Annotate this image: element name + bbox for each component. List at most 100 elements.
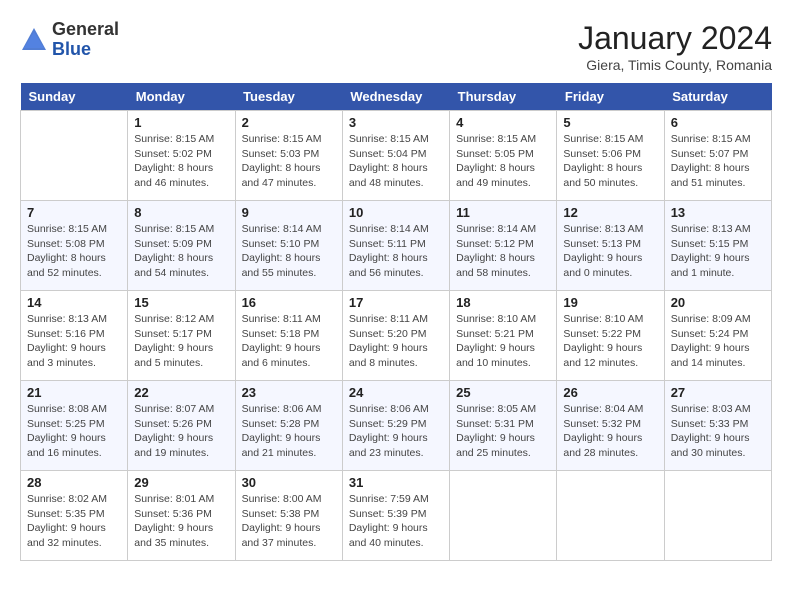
weekday-header-thursday: Thursday — [450, 83, 557, 111]
day-number: 20 — [671, 295, 765, 310]
day-cell — [21, 111, 128, 201]
day-cell: 22 Sunrise: 8:07 AMSunset: 5:26 PMDayligh… — [128, 381, 235, 471]
day-cell — [557, 471, 664, 561]
day-info: Sunrise: 8:15 AMSunset: 5:07 PMDaylight:… — [671, 132, 765, 191]
day-number: 18 — [456, 295, 550, 310]
weekday-header-row: SundayMondayTuesdayWednesdayThursdayFrid… — [21, 83, 772, 111]
day-cell: 20 Sunrise: 8:09 AMSunset: 5:24 PMDayligh… — [664, 291, 771, 381]
day-cell: 14 Sunrise: 8:13 AMSunset: 5:16 PMDayligh… — [21, 291, 128, 381]
day-cell: 10 Sunrise: 8:14 AMSunset: 5:11 PMDayligh… — [342, 201, 449, 291]
day-cell: 11Sunrise: 8:14 AMSunset: 5:12 PMDayligh… — [450, 201, 557, 291]
day-number: 4 — [456, 115, 550, 130]
day-number: 11 — [456, 205, 550, 220]
day-cell: 29 Sunrise: 8:01 AMSunset: 5:36 PMDayligh… — [128, 471, 235, 561]
day-number: 19 — [563, 295, 657, 310]
day-info: Sunrise: 8:13 AMSunset: 5:15 PMDaylight:… — [671, 222, 765, 281]
day-number: 26 — [563, 385, 657, 400]
day-cell: 3 Sunrise: 8:15 AMSunset: 5:04 PMDaylight… — [342, 111, 449, 201]
logo-general: General — [52, 20, 119, 40]
day-info: Sunrise: 8:15 AMSunset: 5:04 PMDaylight:… — [349, 132, 443, 191]
day-number: 6 — [671, 115, 765, 130]
day-number: 9 — [242, 205, 336, 220]
day-cell: 26 Sunrise: 8:04 AMSunset: 5:32 PMDayligh… — [557, 381, 664, 471]
day-cell: 27Sunrise: 8:03 AMSunset: 5:33 PMDayligh… — [664, 381, 771, 471]
day-cell — [450, 471, 557, 561]
day-number: 1 — [134, 115, 228, 130]
day-cell: 25Sunrise: 8:05 AMSunset: 5:31 PMDayligh… — [450, 381, 557, 471]
day-number: 3 — [349, 115, 443, 130]
calendar-table: SundayMondayTuesdayWednesdayThursdayFrid… — [20, 83, 772, 561]
day-cell: 9 Sunrise: 8:14 AMSunset: 5:10 PMDaylight… — [235, 201, 342, 291]
day-number: 7 — [27, 205, 121, 220]
weekday-header-monday: Monday — [128, 83, 235, 111]
day-cell: 13 Sunrise: 8:13 AMSunset: 5:15 PMDayligh… — [664, 201, 771, 291]
day-info: Sunrise: 7:59 AMSunset: 5:39 PMDaylight:… — [349, 492, 443, 551]
day-cell: 12Sunrise: 8:13 AMSunset: 5:13 PMDayligh… — [557, 201, 664, 291]
day-number: 27 — [671, 385, 765, 400]
day-info: Sunrise: 8:14 AMSunset: 5:11 PMDaylight:… — [349, 222, 443, 281]
day-info: Sunrise: 8:15 AMSunset: 5:05 PMDaylight:… — [456, 132, 550, 191]
day-cell: 6 Sunrise: 8:15 AMSunset: 5:07 PMDaylight… — [664, 111, 771, 201]
day-number: 5 — [563, 115, 657, 130]
logo-blue: Blue — [52, 40, 119, 60]
day-number: 22 — [134, 385, 228, 400]
day-number: 8 — [134, 205, 228, 220]
day-cell: 28Sunrise: 8:02 AMSunset: 5:35 PMDayligh… — [21, 471, 128, 561]
day-number: 24 — [349, 385, 443, 400]
day-number: 23 — [242, 385, 336, 400]
week-row-2: 7 Sunrise: 8:15 AMSunset: 5:08 PMDaylight… — [21, 201, 772, 291]
week-row-1: 1 Sunrise: 8:15 AMSunset: 5:02 PMDaylight… — [21, 111, 772, 201]
day-info: Sunrise: 8:14 AMSunset: 5:10 PMDaylight:… — [242, 222, 336, 281]
day-info: Sunrise: 8:13 AMSunset: 5:13 PMDaylight:… — [563, 222, 657, 281]
day-info: Sunrise: 8:15 AMSunset: 5:02 PMDaylight:… — [134, 132, 228, 191]
weekday-header-saturday: Saturday — [664, 83, 771, 111]
day-info: Sunrise: 8:10 AMSunset: 5:22 PMDaylight:… — [563, 312, 657, 371]
day-info: Sunrise: 8:15 AMSunset: 5:08 PMDaylight:… — [27, 222, 121, 281]
day-number: 29 — [134, 475, 228, 490]
day-info: Sunrise: 8:00 AMSunset: 5:38 PMDaylight:… — [242, 492, 336, 551]
month-title: January 2024 — [578, 20, 772, 57]
day-info: Sunrise: 8:02 AMSunset: 5:35 PMDaylight:… — [27, 492, 121, 551]
day-number: 15 — [134, 295, 228, 310]
day-info: Sunrise: 8:11 AMSunset: 5:18 PMDaylight:… — [242, 312, 336, 371]
day-cell: 8 Sunrise: 8:15 AMSunset: 5:09 PMDaylight… — [128, 201, 235, 291]
day-number: 10 — [349, 205, 443, 220]
day-cell: 21Sunrise: 8:08 AMSunset: 5:25 PMDayligh… — [21, 381, 128, 471]
day-number: 17 — [349, 295, 443, 310]
day-info: Sunrise: 8:07 AMSunset: 5:26 PMDaylight:… — [134, 402, 228, 461]
header: General Blue January 2024 Giera, Timis C… — [20, 20, 772, 73]
title-area: January 2024 Giera, Timis County, Romani… — [578, 20, 772, 73]
day-cell: 4 Sunrise: 8:15 AMSunset: 5:05 PMDaylight… — [450, 111, 557, 201]
weekday-header-sunday: Sunday — [21, 83, 128, 111]
day-info: Sunrise: 8:06 AMSunset: 5:29 PMDaylight:… — [349, 402, 443, 461]
day-cell: 1 Sunrise: 8:15 AMSunset: 5:02 PMDaylight… — [128, 111, 235, 201]
day-info: Sunrise: 8:06 AMSunset: 5:28 PMDaylight:… — [242, 402, 336, 461]
day-info: Sunrise: 8:12 AMSunset: 5:17 PMDaylight:… — [134, 312, 228, 371]
weekday-header-wednesday: Wednesday — [342, 83, 449, 111]
day-info: Sunrise: 8:08 AMSunset: 5:25 PMDaylight:… — [27, 402, 121, 461]
day-number: 13 — [671, 205, 765, 220]
week-row-4: 21Sunrise: 8:08 AMSunset: 5:25 PMDayligh… — [21, 381, 772, 471]
day-cell: 17Sunrise: 8:11 AMSunset: 5:20 PMDayligh… — [342, 291, 449, 381]
day-cell: 7 Sunrise: 8:15 AMSunset: 5:08 PMDaylight… — [21, 201, 128, 291]
day-cell: 19 Sunrise: 8:10 AMSunset: 5:22 PMDayligh… — [557, 291, 664, 381]
day-number: 16 — [242, 295, 336, 310]
logo: General Blue — [20, 20, 119, 60]
logo-text: General Blue — [52, 20, 119, 60]
weekday-header-tuesday: Tuesday — [235, 83, 342, 111]
day-number: 14 — [27, 295, 121, 310]
subtitle: Giera, Timis County, Romania — [578, 57, 772, 73]
day-number: 25 — [456, 385, 550, 400]
day-cell: 23 Sunrise: 8:06 AMSunset: 5:28 PMDayligh… — [235, 381, 342, 471]
day-info: Sunrise: 8:15 AMSunset: 5:03 PMDaylight:… — [242, 132, 336, 191]
day-info: Sunrise: 8:01 AMSunset: 5:36 PMDaylight:… — [134, 492, 228, 551]
day-info: Sunrise: 8:15 AMSunset: 5:09 PMDaylight:… — [134, 222, 228, 281]
day-cell: 15 Sunrise: 8:12 AMSunset: 5:17 PMDayligh… — [128, 291, 235, 381]
day-info: Sunrise: 8:13 AMSunset: 5:16 PMDaylight:… — [27, 312, 121, 371]
day-info: Sunrise: 8:10 AMSunset: 5:21 PMDaylight:… — [456, 312, 550, 371]
day-info: Sunrise: 8:04 AMSunset: 5:32 PMDaylight:… — [563, 402, 657, 461]
day-cell: 18 Sunrise: 8:10 AMSunset: 5:21 PMDayligh… — [450, 291, 557, 381]
day-number: 30 — [242, 475, 336, 490]
day-info: Sunrise: 8:09 AMSunset: 5:24 PMDaylight:… — [671, 312, 765, 371]
day-cell: 31Sunrise: 7:59 AMSunset: 5:39 PMDayligh… — [342, 471, 449, 561]
